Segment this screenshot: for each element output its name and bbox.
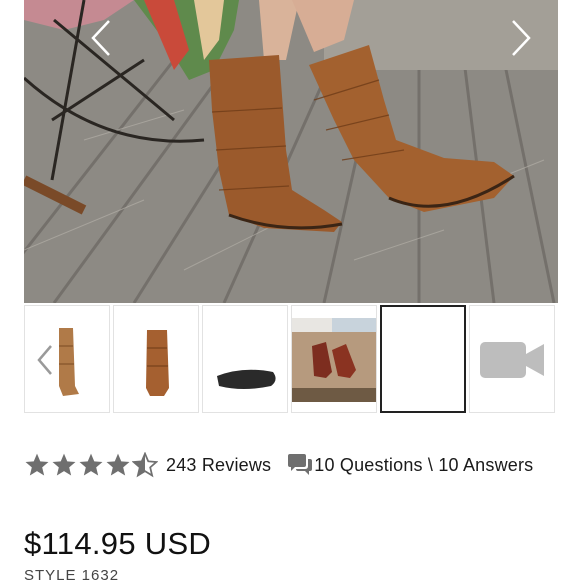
thumbnail-video[interactable] bbox=[469, 305, 555, 413]
chat-bubbles-icon bbox=[288, 454, 313, 475]
chevron-left-icon[interactable] bbox=[35, 344, 55, 376]
thumbnail-boot-front[interactable] bbox=[113, 305, 199, 413]
video-camera-icon bbox=[480, 342, 544, 378]
reviews-link[interactable]: 243 Reviews bbox=[166, 455, 271, 476]
thumbnail-strip bbox=[24, 305, 558, 415]
hero-next-arrow[interactable] bbox=[506, 16, 536, 60]
product-style-code: STYLE 1632 bbox=[24, 567, 120, 584]
thumbnail-lifestyle[interactable] bbox=[291, 305, 377, 413]
thumbnail-boot-sole[interactable] bbox=[202, 305, 288, 413]
star-icon bbox=[25, 453, 49, 476]
rating-row: 243 Reviews 10 Questions \ 10 Answers bbox=[24, 450, 533, 480]
hero-prev-arrow[interactable] bbox=[86, 16, 116, 60]
product-main-image[interactable] bbox=[24, 0, 558, 303]
star-icon bbox=[106, 453, 130, 476]
chevron-left-icon bbox=[91, 20, 110, 56]
star-rating[interactable] bbox=[24, 452, 158, 478]
thumbnail-boot-side[interactable] bbox=[24, 305, 110, 413]
product-price: $114.95 USD bbox=[24, 526, 212, 561]
thumbnail-selected-blank[interactable] bbox=[380, 305, 466, 413]
questions-answers-label: 10 Questions \ 10 Answers bbox=[314, 454, 534, 475]
chevron-right-icon bbox=[512, 20, 531, 56]
star-icon bbox=[52, 453, 76, 476]
questions-answers-link[interactable]: 10 Questions \ 10 Answers bbox=[287, 454, 533, 476]
star-icon bbox=[79, 453, 103, 476]
star-half-icon bbox=[132, 452, 158, 478]
